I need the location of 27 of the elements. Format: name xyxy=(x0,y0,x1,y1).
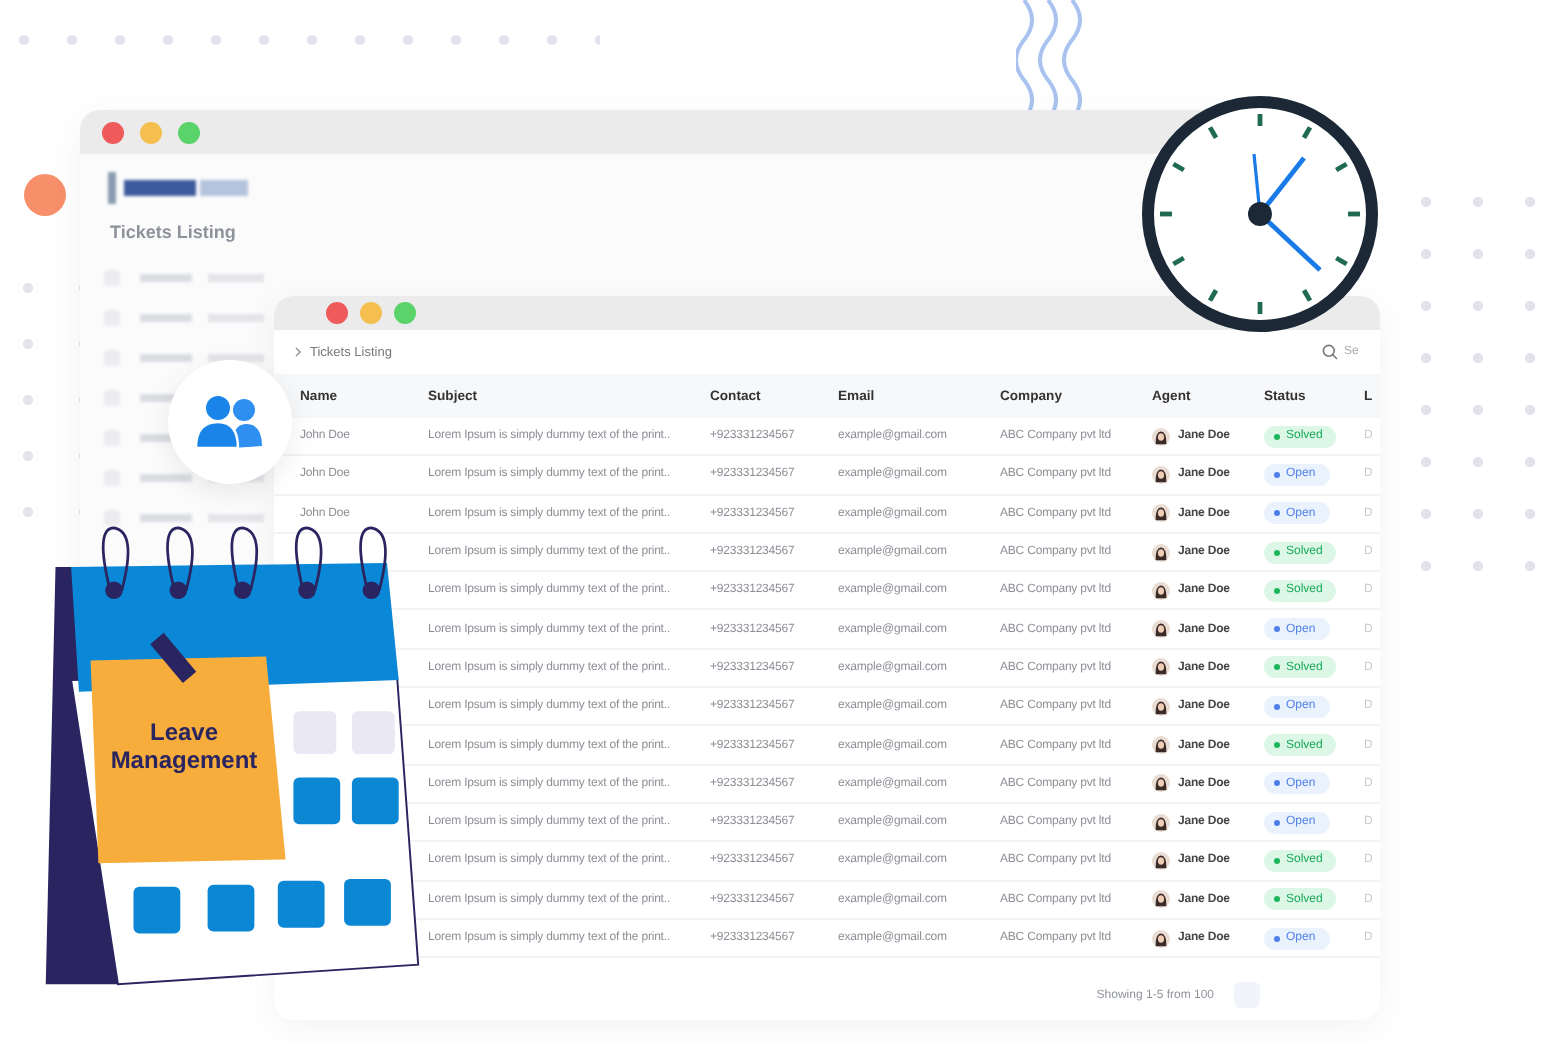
avatar-icon xyxy=(1152,620,1170,639)
avatar-icon xyxy=(1152,929,1170,947)
maximize-window-button[interactable] xyxy=(178,121,200,143)
minimize-window-button[interactable] xyxy=(140,121,162,143)
avatar-icon xyxy=(1152,813,1170,832)
decor-circle xyxy=(24,174,66,216)
avatar-icon xyxy=(1152,581,1170,600)
page-title: Tickets Listing xyxy=(110,222,238,242)
avatar-icon xyxy=(1152,465,1170,484)
close-window-button[interactable] xyxy=(326,302,348,324)
maximize-window-button[interactable] xyxy=(394,302,416,324)
avatar-icon xyxy=(1152,697,1170,716)
close-window-button[interactable] xyxy=(102,121,124,143)
avatar-icon xyxy=(1152,851,1170,870)
chevron-icon xyxy=(294,346,302,358)
avatar-icon xyxy=(1152,427,1170,446)
avatar-icon xyxy=(1152,736,1170,755)
note-title: Leave Management xyxy=(108,720,260,776)
users-icon xyxy=(194,394,266,450)
avatar-icon xyxy=(1152,774,1170,793)
avatar-icon xyxy=(1152,658,1170,677)
avatar-icon xyxy=(1152,890,1170,909)
search-icon xyxy=(1322,344,1338,360)
avatar-icon xyxy=(1152,504,1170,523)
avatar-icon xyxy=(1152,543,1170,562)
minimize-window-button[interactable] xyxy=(360,302,382,324)
logo-drawing xyxy=(108,172,252,204)
